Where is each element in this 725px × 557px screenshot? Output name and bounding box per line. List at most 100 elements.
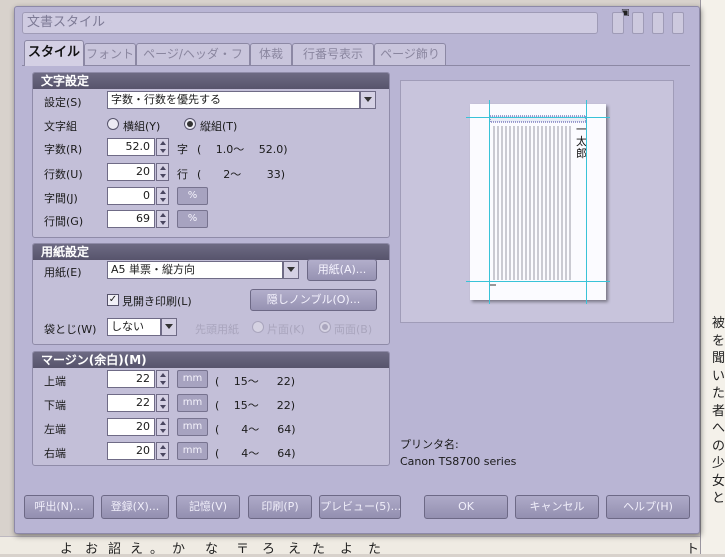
- lines-label: 行数(U): [44, 168, 83, 181]
- margins-header: マージン(余白)(M): [33, 352, 389, 368]
- margin-top-input[interactable]: 22: [107, 370, 155, 388]
- margin-top-label: 上端: [44, 375, 66, 388]
- margin-bottom-input[interactable]: 22: [107, 394, 155, 412]
- tab-page-header[interactable]: ページ/ヘッダ・フ: [136, 43, 250, 65]
- margin-right-unit-button[interactable]: mm: [177, 442, 208, 460]
- horizontal-radio[interactable]: [107, 118, 119, 130]
- bg-char: お: [85, 542, 99, 557]
- guide-line-bottom: [466, 281, 610, 282]
- preview-button[interactable]: プレビュー(5)...: [319, 495, 401, 519]
- margins-group: マージン(余白)(M): [32, 351, 390, 466]
- line-spacing-unit-button[interactable]: %: [177, 210, 208, 228]
- single-side-label[interactable]: 片面(K): [267, 321, 305, 337]
- spread-print-checkbox[interactable]: ✓: [107, 294, 119, 306]
- chars-input[interactable]: 52.0: [107, 138, 155, 156]
- print-button[interactable]: 印刷(P): [248, 495, 312, 519]
- bg-char: 〒: [236, 542, 250, 557]
- binding-label: 袋とじ(W): [44, 323, 97, 336]
- paper-settings-header: 用紙設定: [33, 244, 389, 260]
- margin-left-range: ( 4～ 64): [215, 423, 296, 436]
- margin-bottom-unit-button[interactable]: mm: [177, 394, 208, 412]
- lines-input[interactable]: 20: [107, 163, 155, 181]
- char-spacing-unit-button[interactable]: %: [177, 187, 208, 205]
- register-button[interactable]: 登録(X)...: [101, 495, 169, 519]
- horizontal-radio-label[interactable]: 横組(Y): [123, 118, 160, 134]
- tab-divider: [22, 65, 690, 66]
- line-spacing-input[interactable]: 69: [107, 210, 155, 228]
- vertical-radio[interactable]: [184, 118, 196, 130]
- spread-print-label[interactable]: 見開き印刷(L): [122, 293, 192, 309]
- vertical-radio-label[interactable]: 縦組(T): [200, 118, 237, 134]
- paper-select[interactable]: A5 単票・縦方向: [107, 261, 283, 279]
- minimize-button[interactable]: [632, 12, 644, 34]
- tab-layout[interactable]: 体裁: [250, 43, 292, 65]
- recall-button[interactable]: 呼出(N)...: [24, 495, 94, 519]
- char-settings-header: 文字設定: [33, 73, 389, 89]
- printer-label: プリンタ名:: [400, 438, 459, 451]
- maximize-button[interactable]: [652, 12, 664, 34]
- chars-label: 字数(R): [44, 143, 83, 156]
- guide-line-right: [586, 100, 587, 304]
- binding-select[interactable]: しない: [107, 318, 161, 336]
- bg-char: 詔: [108, 542, 122, 557]
- tab-page-decoration[interactable]: ページ飾り: [374, 43, 446, 65]
- char-spacing-spinner[interactable]: [156, 187, 169, 205]
- bg-char: ト: [686, 542, 700, 557]
- first-page-label: 先頭用紙: [195, 323, 239, 336]
- background-document-text: 被を聞いた者への少女と: [712, 316, 725, 506]
- char-spacing-input[interactable]: 0: [107, 187, 155, 205]
- margin-bottom-spinner[interactable]: [156, 394, 169, 412]
- bg-char: た: [312, 542, 326, 557]
- line-spacing-spinner[interactable]: [156, 210, 169, 228]
- lines-range: ( 2～ 33): [197, 168, 286, 181]
- margin-right-label: 右端: [44, 447, 66, 460]
- margin-top-unit-button[interactable]: mm: [177, 370, 208, 388]
- single-side-radio[interactable]: [252, 321, 264, 333]
- bg-char: え: [130, 542, 144, 557]
- margin-bottom-label: 下端: [44, 399, 66, 412]
- ok-button[interactable]: OK: [424, 495, 508, 519]
- paper-label: 用紙(E): [44, 266, 82, 279]
- chars-unit: 字: [177, 143, 188, 156]
- margin-left-unit-button[interactable]: mm: [177, 418, 208, 436]
- margin-bottom-range: ( 15～ 22): [215, 399, 296, 412]
- setting-select[interactable]: 字数・行数を優先する: [107, 91, 360, 109]
- bg-char: え: [288, 542, 302, 557]
- margin-right-input[interactable]: 20: [107, 442, 155, 460]
- tab-style[interactable]: スタイル: [24, 40, 84, 66]
- cancel-button[interactable]: キャンセル: [515, 495, 599, 519]
- margin-left-spinner[interactable]: [156, 418, 169, 436]
- double-side-label[interactable]: 両面(B): [334, 321, 372, 337]
- layout-label: 文字組: [44, 120, 77, 133]
- hidden-nombre-button[interactable]: 隠しノンブル(O)...: [250, 289, 377, 311]
- paper-dropdown-button[interactable]: [283, 261, 299, 279]
- setting-dropdown-button[interactable]: [360, 91, 376, 109]
- chars-spinner[interactable]: [156, 138, 169, 156]
- chars-range: ( 1.0～ 52.0): [197, 143, 288, 156]
- bg-char: た: [368, 542, 382, 557]
- double-side-radio[interactable]: [319, 321, 331, 333]
- bg-char: な: [205, 542, 219, 557]
- bg-char: か: [172, 542, 186, 557]
- paper-button[interactable]: 用紙(A)...: [307, 259, 377, 281]
- bg-char: よ: [340, 542, 354, 557]
- margin-right-range: ( 4～ 64): [215, 447, 296, 460]
- guide-line-left: [489, 100, 490, 304]
- tab-line-numbers[interactable]: 行番号表示: [292, 43, 374, 65]
- margin-left-input[interactable]: 20: [107, 418, 155, 436]
- margin-top-range: ( 15～ 22): [215, 375, 296, 388]
- margin-right-spinner[interactable]: [156, 442, 169, 460]
- binding-dropdown-button[interactable]: [161, 318, 177, 336]
- lines-spinner[interactable]: [156, 163, 169, 181]
- margin-left-label: 左端: [44, 423, 66, 436]
- memory-button[interactable]: 記憶(V): [176, 495, 240, 519]
- close-button[interactable]: [672, 12, 684, 34]
- margin-top-spinner[interactable]: [156, 370, 169, 388]
- bg-char: 。: [150, 542, 164, 557]
- tab-font[interactable]: フォント: [84, 43, 136, 65]
- dialog-title: 文書スタイル: [22, 12, 598, 34]
- window-control-button[interactable]: [612, 12, 624, 34]
- printer-name: Canon TS8700 series: [400, 455, 517, 468]
- help-button[interactable]: ヘルプ(H): [606, 495, 690, 519]
- char-spacing-label: 字間(J): [44, 192, 78, 205]
